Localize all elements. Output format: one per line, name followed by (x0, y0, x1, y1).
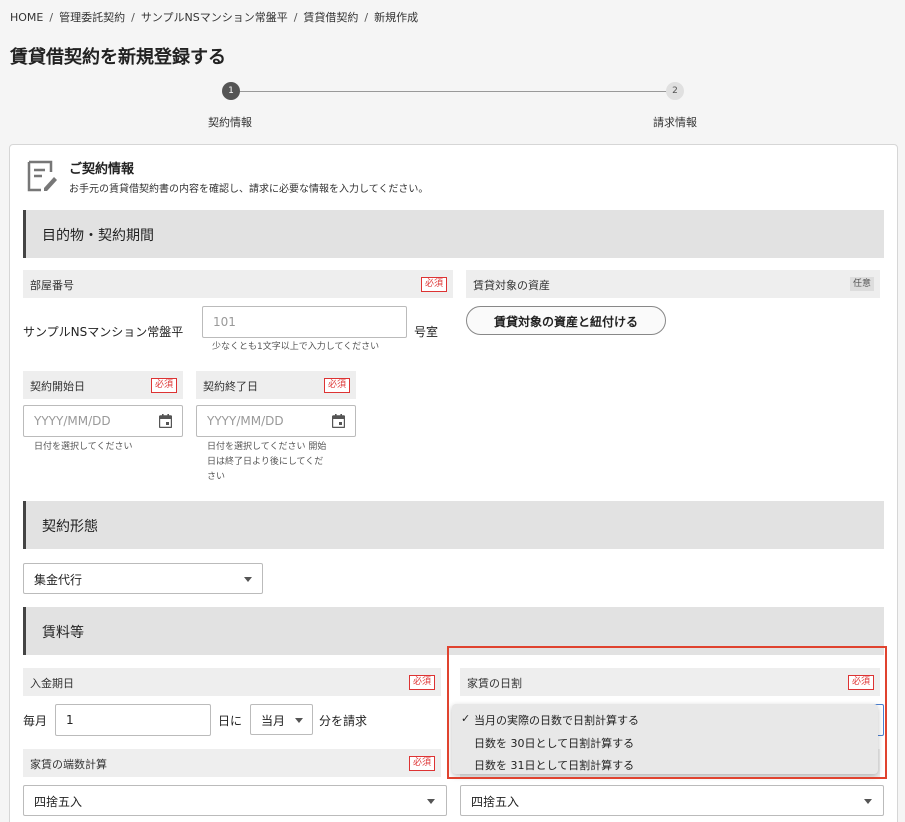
contract-type-value: 集金代行 (34, 573, 83, 587)
rounding-value: 四捨五入 (34, 795, 83, 809)
calendar-icon[interactable] (332, 414, 345, 428)
end-date-hint-line2: 日は終了日より後にしてくだ (207, 457, 324, 467)
page-title: 賃貸借契約を新規登録する (10, 47, 226, 68)
room-suffix: 号室 (414, 325, 439, 339)
card-title: ご契約情報 (69, 162, 135, 177)
breadcrumb-home[interactable]: HOME (10, 11, 43, 24)
breadcrumb-management-contract[interactable]: 管理委託契約 (59, 11, 125, 24)
required-badge: 必須 (323, 378, 350, 393)
payment-prefix: 毎月 (23, 714, 48, 728)
start-date-input[interactable]: YYYY/MM/DD (23, 405, 183, 437)
breadcrumb-building[interactable]: サンプルNSマンション常盤平 (141, 11, 288, 24)
rounding-label-text: 家賃の端数計算 (30, 758, 107, 771)
step-1-label: 契約情報 (208, 116, 252, 129)
required-badge: 必須 (408, 675, 435, 690)
rounding-label: 家賃の端数計算 必須 (23, 749, 441, 777)
asset-label-text: 賃貸対象の資産 (473, 279, 550, 292)
chevron-down-icon (427, 799, 435, 804)
breadcrumb-new: 新規作成 (374, 11, 419, 24)
end-date-hint: 日付を選択してください 開始 日は終了日より後にしてくだ さい (207, 440, 326, 485)
asset-label: 賃貸対象の資産 任意 (466, 270, 880, 298)
link-asset-button[interactable]: 賃貸対象の資産と紐付ける (466, 306, 666, 335)
end-date-input[interactable]: YYYY/MM/DD (196, 405, 356, 437)
payment-date-label-text: 入金期日 (30, 677, 74, 690)
start-date-hint: 日付を選択してください (34, 442, 133, 452)
required-badge: 必須 (420, 277, 447, 292)
end-date-hint-line3: さい (207, 472, 226, 482)
end-date-placeholder: YYYY/MM/DD (207, 414, 284, 428)
room-number-placeholder: 101 (213, 315, 236, 329)
room-number-hint: 少なくとも1文字以上で入力してください (212, 342, 380, 352)
required-badge: 必須 (408, 756, 435, 771)
section-contract-type: 契約形態 (23, 501, 884, 549)
calendar-icon[interactable] (159, 414, 172, 428)
building-name: サンプルNSマンション常盤平 (23, 325, 184, 339)
breadcrumb: HOME / 管理委託契約 / サンプルNSマンション常盤平 / 賃貸借契約 / 新規作成 (10, 11, 419, 24)
rounding-select[interactable]: 四捨五入 (23, 785, 447, 816)
card-description: お手元の賃貸借契約書の内容を確認し、請求に必要な情報を入力してください。 (69, 184, 429, 195)
payment-day-suffix: 日に (218, 714, 243, 728)
step-1-circle: 1 (222, 82, 240, 100)
end-date-hint-line1: 日付を選択してください 開始 (207, 442, 327, 452)
chevron-down-icon (295, 718, 303, 723)
section-target-period: 目的物・契約期間 (23, 210, 884, 258)
edit-document-icon (27, 160, 57, 192)
chevron-down-icon (244, 577, 252, 582)
link-asset-button-label: 賃貸対象の資産と紐付ける (493, 315, 638, 329)
payment-day-value: 1 (66, 713, 74, 727)
step-2-circle: 2 (666, 82, 684, 100)
payment-suffix: 分を請求 (319, 714, 368, 728)
payment-month-value: 当月 (261, 714, 286, 728)
end-date-label: 契約終了日 必須 (196, 371, 356, 399)
payment-date-label: 入金期日 必須 (23, 668, 441, 696)
end-date-label-text: 契約終了日 (203, 380, 258, 393)
payment-month-select[interactable]: 当月 (250, 704, 313, 735)
section-contract-type-title: 契約形態 (42, 519, 98, 535)
step-2-label: 請求情報 (653, 116, 697, 129)
chevron-down-icon (864, 799, 872, 804)
start-date-label-text: 契約開始日 (30, 380, 85, 393)
section-target-period-title: 目的物・契約期間 (42, 228, 154, 244)
required-badge: 必須 (150, 378, 177, 393)
breadcrumb-lease-contract[interactable]: 賃貸借契約 (303, 11, 358, 24)
room-number-label-text: 部屋番号 (30, 279, 74, 292)
room-number-label: 部屋番号 必須 (23, 270, 453, 298)
section-rent-title: 賃料等 (42, 625, 84, 641)
contract-type-select[interactable]: 集金代行 (23, 563, 263, 594)
payment-day-input[interactable]: 1 (55, 704, 211, 736)
optional-badge: 任意 (849, 277, 874, 291)
start-date-placeholder: YYYY/MM/DD (34, 414, 111, 428)
start-date-label: 契約開始日 必須 (23, 371, 183, 399)
stepper-line (232, 91, 676, 92)
rounding-select-right[interactable]: 四捨五入 (460, 785, 884, 816)
rounding-value-right: 四捨五入 (471, 795, 520, 809)
highlight-box (447, 646, 887, 779)
room-number-input[interactable]: 101 (202, 306, 407, 338)
